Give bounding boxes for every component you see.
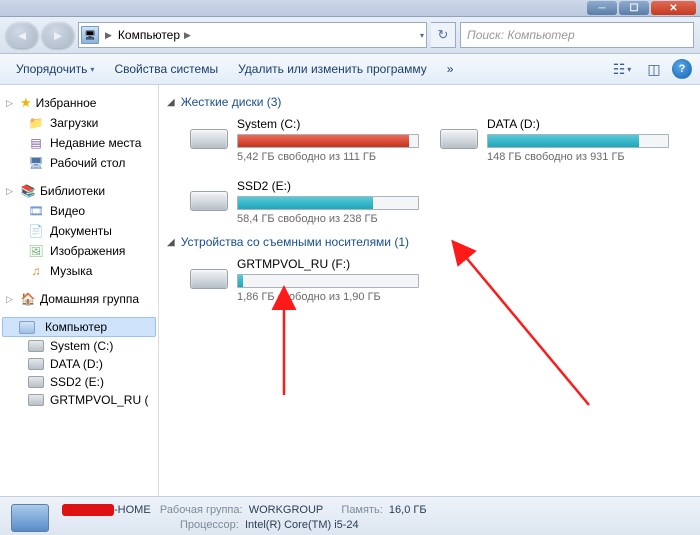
- navbar: ◄ ► 🖥 ▶ Компьютер ▶ ▾ ↻ Поиск: Компьютер: [0, 17, 700, 54]
- status-bar: -HOME Рабочая группа: WORKGROUP Память: …: [0, 496, 700, 535]
- organize-button[interactable]: Упорядочить▾: [8, 58, 102, 80]
- sidebar-music[interactable]: ♫Музыка: [0, 261, 158, 281]
- drive-e[interactable]: SSD2 (E:) 58,4 ГБ свободно из 238 ГБ: [189, 179, 421, 225]
- usage-bar: [237, 134, 419, 148]
- sidebar-drive-d[interactable]: DATA (D:): [0, 355, 158, 373]
- libraries-icon: 📚: [20, 183, 36, 199]
- sidebar-drive-e[interactable]: SSD2 (E:): [0, 373, 158, 391]
- drive-icon: [189, 117, 229, 149]
- free-space-text: 5,42 ГБ свободно из 111 ГБ: [237, 151, 421, 163]
- search-placeholder: Поиск: Компьютер: [467, 28, 575, 42]
- music-icon: ♫: [28, 263, 44, 279]
- sidebar: ▷ ★ Избранное 📁Загрузки ▤Недавние места …: [0, 85, 159, 496]
- computer-icon: 🖥: [81, 26, 99, 44]
- close-button[interactable]: ✕: [651, 1, 696, 15]
- drive-name: GRTMPVOL_RU (F:): [237, 257, 421, 271]
- drive-name: DATA (D:): [487, 117, 671, 131]
- drive-icon: [189, 179, 229, 211]
- star-icon: ★: [20, 95, 32, 111]
- sidebar-pictures[interactable]: 🖼Изображения: [0, 241, 158, 261]
- sidebar-downloads[interactable]: 📁Загрузки: [0, 113, 158, 133]
- video-icon: 🎞: [28, 203, 44, 219]
- drive-icon: [28, 376, 44, 388]
- back-button[interactable]: ◄: [6, 22, 38, 48]
- sidebar-videos[interactable]: 🎞Видео: [0, 201, 158, 221]
- address-bar[interactable]: 🖥 ▶ Компьютер ▶ ▾: [78, 22, 427, 48]
- status-text: -HOME Рабочая группа: WORKGROUP Память: …: [62, 503, 427, 533]
- drive-f[interactable]: GRTMPVOL_RU (F:) 1,86 ГБ свободно из 1,9…: [189, 257, 421, 303]
- breadcrumb[interactable]: Компьютер ▶: [118, 28, 416, 42]
- drive-icon: [28, 394, 44, 406]
- recent-icon: ▤: [28, 135, 44, 151]
- drive-name: SSD2 (E:): [237, 179, 421, 193]
- document-icon: 📄: [28, 223, 44, 239]
- sidebar-favorites-header[interactable]: ▷ ★ Избранное: [0, 93, 158, 113]
- computer-icon: [19, 321, 35, 334]
- computer-icon: [8, 501, 52, 535]
- collapse-icon: ▷: [6, 294, 16, 305]
- sidebar-recent[interactable]: ▤Недавние места: [0, 133, 158, 153]
- uninstall-program-button[interactable]: Удалить или изменить программу: [230, 58, 435, 80]
- drive-icon: [189, 257, 229, 289]
- toolbar: Упорядочить▾ Свойства системы Удалить ил…: [0, 54, 700, 85]
- drive-icon: [28, 340, 44, 352]
- sidebar-homegroup-header[interactable]: ▷ 🏠 Домашняя группа: [0, 289, 158, 309]
- content-pane: ◢ Жесткие диски (3) System (C:) 5,42 ГБ …: [159, 85, 700, 496]
- drive-c[interactable]: System (C:) 5,42 ГБ свободно из 111 ГБ: [189, 117, 421, 163]
- collapse-icon: ▷: [6, 98, 16, 109]
- forward-button[interactable]: ►: [42, 22, 74, 48]
- category-hard-drives[interactable]: ◢ Жесткие диски (3): [167, 95, 692, 109]
- drive-icon: [28, 358, 44, 370]
- collapse-icon: ◢: [167, 237, 175, 248]
- collapse-icon: ◢: [167, 97, 175, 108]
- redaction-mark: [62, 504, 114, 516]
- minimize-button[interactable]: ─: [587, 1, 617, 15]
- category-removable[interactable]: ◢ Устройства со съемными носителями (1): [167, 235, 692, 249]
- sidebar-libraries-header[interactable]: ▷ 📚 Библиотеки: [0, 181, 158, 201]
- drive-icon: [439, 117, 479, 149]
- usage-bar: [237, 274, 419, 288]
- sidebar-computer[interactable]: Компьютер: [2, 317, 156, 337]
- free-space-text: 1,86 ГБ свободно из 1,90 ГБ: [237, 291, 421, 303]
- sidebar-documents[interactable]: 📄Документы: [0, 221, 158, 241]
- usage-bar: [487, 134, 669, 148]
- drive-name: System (C:): [237, 117, 421, 131]
- usage-bar: [237, 196, 419, 210]
- homegroup-icon: 🏠: [20, 291, 36, 307]
- folder-icon: 📁: [28, 115, 44, 131]
- search-input[interactable]: Поиск: Компьютер: [460, 22, 694, 48]
- toolbar-overflow[interactable]: »: [439, 58, 462, 80]
- free-space-text: 148 ГБ свободно из 931 ГБ: [487, 151, 671, 163]
- free-space-text: 58,4 ГБ свободно из 238 ГБ: [237, 213, 421, 225]
- collapse-icon: ▷: [6, 186, 16, 197]
- sidebar-drive-c[interactable]: System (C:): [0, 337, 158, 355]
- desktop-icon: 🖥: [28, 155, 44, 171]
- crumb-computer[interactable]: Компьютер: [118, 28, 180, 42]
- maximize-button[interactable]: ☐: [619, 1, 649, 15]
- help-button[interactable]: ?: [672, 59, 692, 79]
- chevron-right-icon[interactable]: ▶: [103, 30, 114, 41]
- system-properties-button[interactable]: Свойства системы: [106, 58, 226, 80]
- pictures-icon: 🖼: [28, 243, 44, 259]
- titlebar: ─ ☐ ✕: [0, 0, 700, 17]
- chevron-right-icon[interactable]: ▶: [182, 30, 193, 41]
- view-options-button[interactable]: ☷▾: [608, 57, 636, 81]
- preview-pane-button[interactable]: ◫: [640, 57, 668, 81]
- address-dropdown[interactable]: ▾: [420, 31, 424, 40]
- refresh-button[interactable]: ↻: [431, 22, 456, 48]
- explorer-window: ─ ☐ ✕ ◄ ► 🖥 ▶ Компьютер ▶ ▾ ↻ Поиск: Ком…: [0, 0, 700, 535]
- sidebar-drive-f[interactable]: GRTMPVOL_RU (: [0, 391, 158, 409]
- sidebar-desktop[interactable]: 🖥Рабочий стол: [0, 153, 158, 173]
- drive-d[interactable]: DATA (D:) 148 ГБ свободно из 931 ГБ: [439, 117, 671, 163]
